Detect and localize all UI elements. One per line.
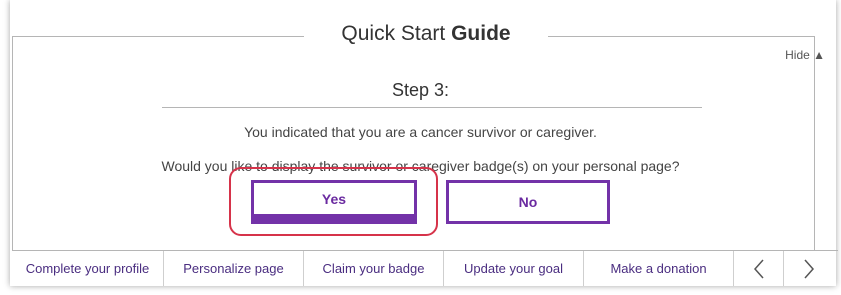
tab-personalize-page[interactable]: Personalize page bbox=[164, 251, 304, 286]
guide-title-bold: Guide bbox=[451, 22, 511, 45]
step-divider bbox=[162, 107, 702, 108]
guide-title: Quick Start Guide bbox=[304, 20, 548, 48]
step-message: You indicated that you are a cancer surv… bbox=[244, 124, 597, 140]
panel-border-right bbox=[814, 36, 815, 250]
guide-title-main: Quick Start bbox=[341, 22, 452, 45]
tab-make-donation[interactable]: Make a donation bbox=[584, 251, 734, 286]
tab-claim-badge[interactable]: Claim your badge bbox=[304, 251, 444, 286]
title-rule-right bbox=[548, 36, 814, 37]
yes-button[interactable]: Yes bbox=[251, 180, 417, 224]
panel-border-left bbox=[12, 36, 13, 250]
no-button[interactable]: No bbox=[446, 180, 610, 224]
hide-button[interactable]: Hide ▲ bbox=[785, 48, 825, 62]
next-button[interactable] bbox=[784, 251, 834, 286]
step-label: Step 3: bbox=[391, 80, 450, 100]
prev-button[interactable] bbox=[734, 251, 784, 286]
tab-complete-profile[interactable]: Complete your profile bbox=[12, 251, 164, 286]
chevron-right-icon bbox=[804, 259, 815, 278]
chevron-left-icon bbox=[753, 259, 764, 278]
title-rule-left bbox=[12, 36, 304, 37]
tab-update-goal[interactable]: Update your goal bbox=[444, 251, 584, 286]
guide-tab-bar: Complete your profile Personalize page C… bbox=[12, 250, 838, 286]
